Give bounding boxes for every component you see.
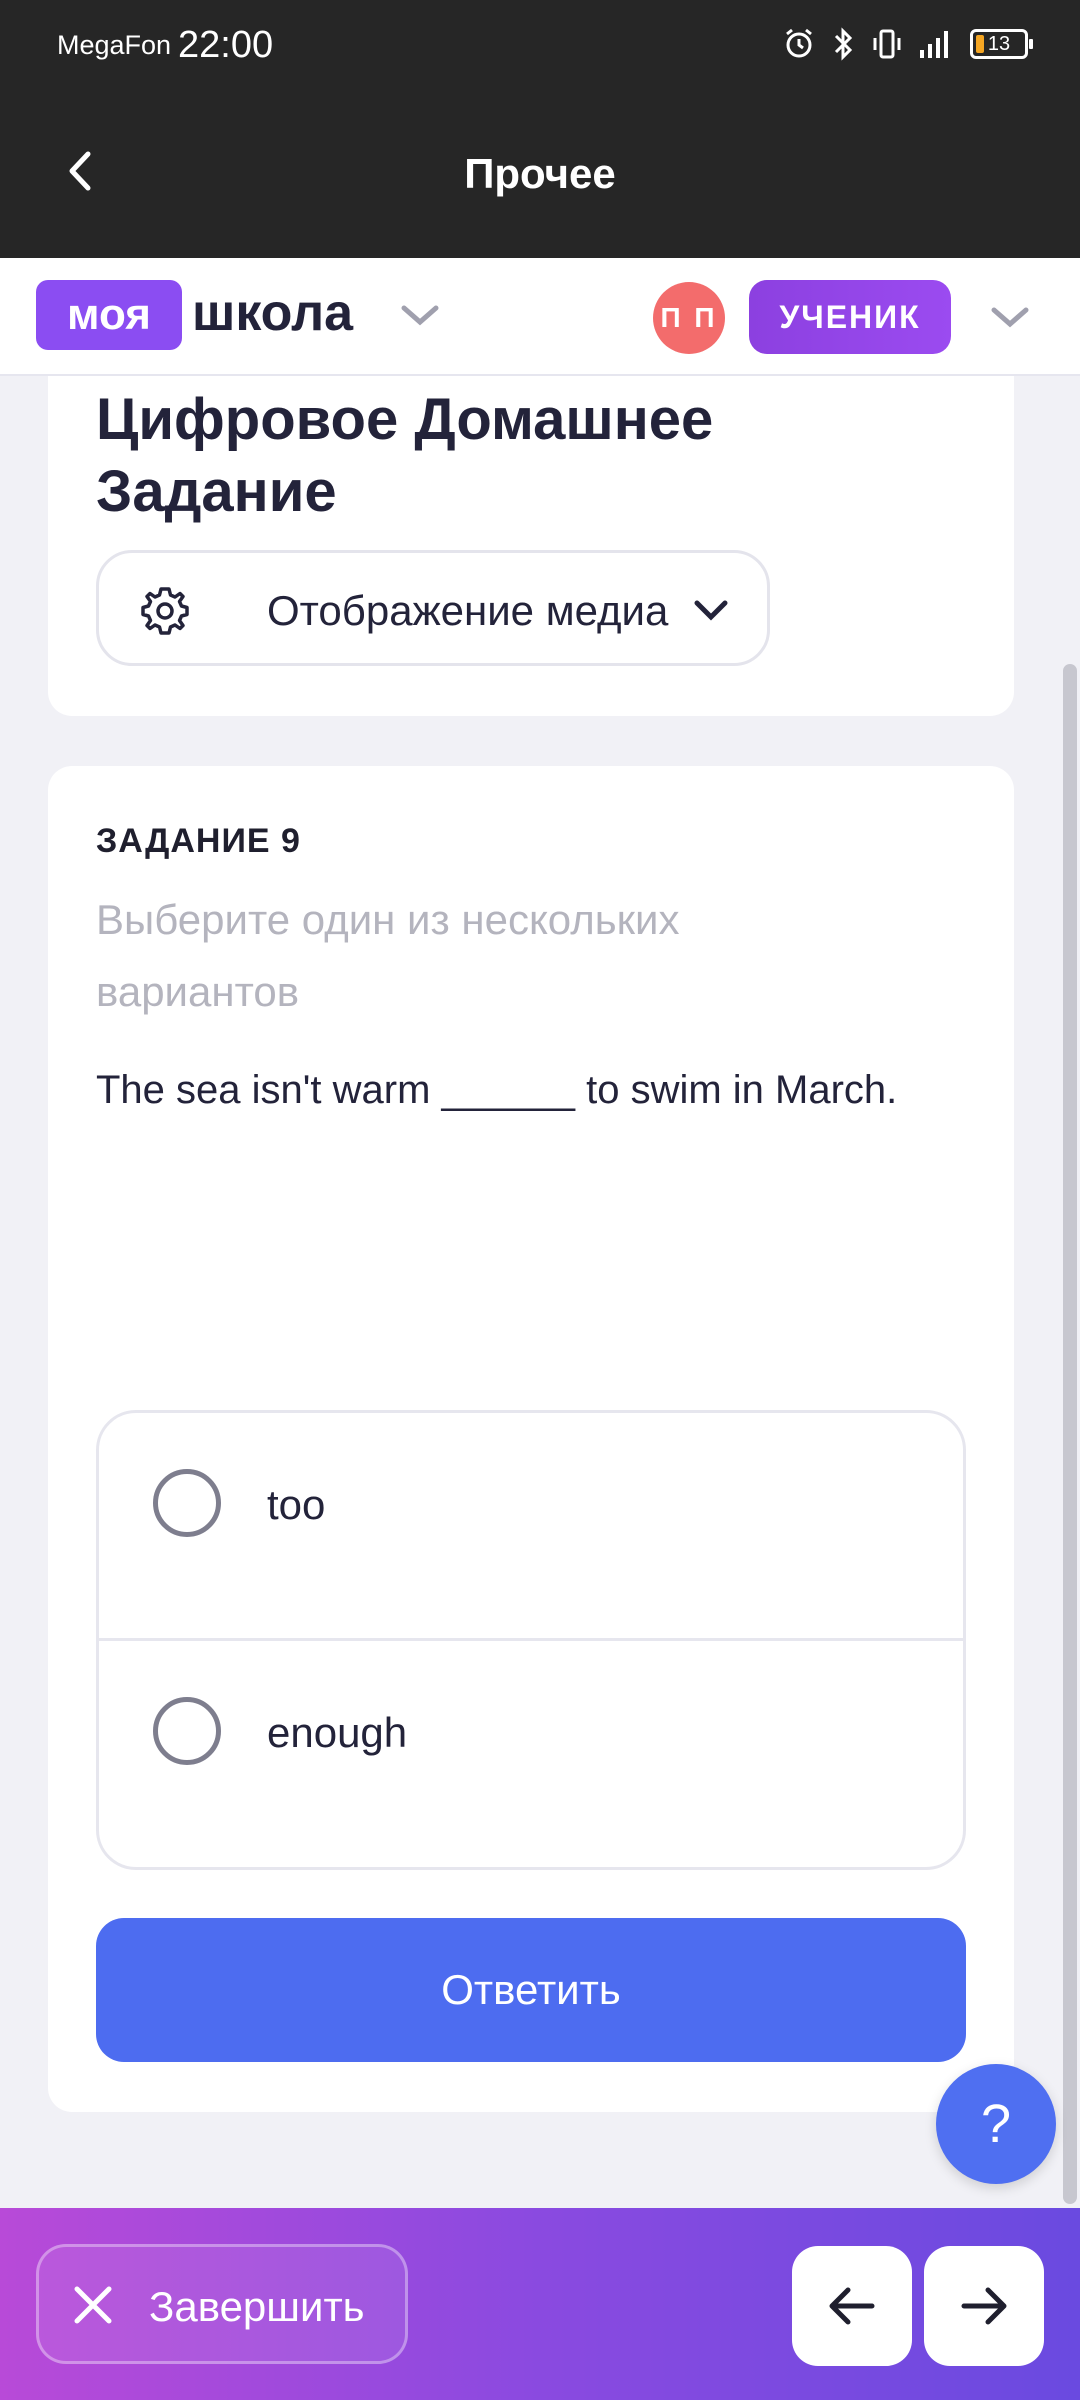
status-bar: MegaFon 22:00 13	[0, 0, 1080, 90]
chevron-down-icon[interactable]	[990, 306, 1030, 330]
arrow-right-icon	[961, 2287, 1007, 2325]
option-label: enough	[267, 1709, 408, 1756]
media-display-label: Отображение медиа	[267, 587, 669, 634]
finish-label: Завершить	[149, 2283, 365, 2330]
task-number: ЗАДАНИЕ 9	[96, 822, 301, 860]
task-question: The sea isn't warm ______ to swim in Mar…	[96, 1068, 898, 1112]
option-enough[interactable]: enough	[99, 1641, 963, 1867]
status-icons: 13	[784, 26, 1033, 62]
battery-indicator: 13	[970, 29, 1033, 59]
media-display-dropdown[interactable]: Отображение медиа	[96, 550, 770, 666]
logo-text[interactable]: школа	[192, 282, 353, 344]
role-badge[interactable]: УЧЕНИК	[749, 280, 951, 354]
prev-button[interactable]	[792, 2246, 912, 2366]
clock: 22:00	[178, 24, 274, 66]
chevron-down-icon	[694, 600, 728, 621]
option-label: too	[267, 1481, 326, 1528]
alarm-icon	[786, 28, 812, 58]
task-card: ЗАДАНИЕ 9 Выберите один из нескольких ва…	[48, 766, 1014, 2112]
vibrate-icon	[873, 29, 901, 59]
bluetooth-icon	[834, 27, 853, 61]
option-too[interactable]: too	[99, 1413, 963, 1641]
site-header: моя школа П П УЧЕНИК	[0, 258, 1080, 376]
page-title: Цифровое Домашнее Задание	[96, 387, 714, 524]
gear-icon	[141, 587, 189, 635]
next-button[interactable]	[924, 2246, 1044, 2366]
app-bar-title: Прочее	[464, 150, 616, 197]
task-hint: Выберите один из нескольких вариантов	[96, 896, 680, 1015]
app-bar: Прочее	[0, 90, 1080, 258]
help-button[interactable]: ?	[936, 2064, 1056, 2184]
answer-options: too enough	[96, 1410, 966, 1870]
carrier-label: MegaFon	[57, 30, 172, 60]
signal-icon	[920, 31, 948, 58]
answer-button[interactable]: Ответить	[96, 1918, 966, 2062]
avatar[interactable]: П П	[653, 282, 725, 354]
title-card: Цифровое Домашнее Задание Отображение ме…	[48, 376, 1014, 716]
close-icon	[74, 2286, 112, 2324]
arrow-left-icon	[829, 2287, 875, 2325]
battery-level: 13	[987, 32, 1011, 55]
scrollbar[interactable]	[1063, 664, 1077, 2204]
chevron-down-icon[interactable]	[400, 304, 440, 328]
radio-button[interactable]	[153, 1697, 221, 1765]
logo-badge[interactable]: моя	[36, 280, 182, 350]
bottom-bar: Завершить	[0, 2208, 1080, 2400]
radio-button[interactable]	[153, 1469, 221, 1537]
finish-button[interactable]: Завершить	[36, 2244, 408, 2364]
